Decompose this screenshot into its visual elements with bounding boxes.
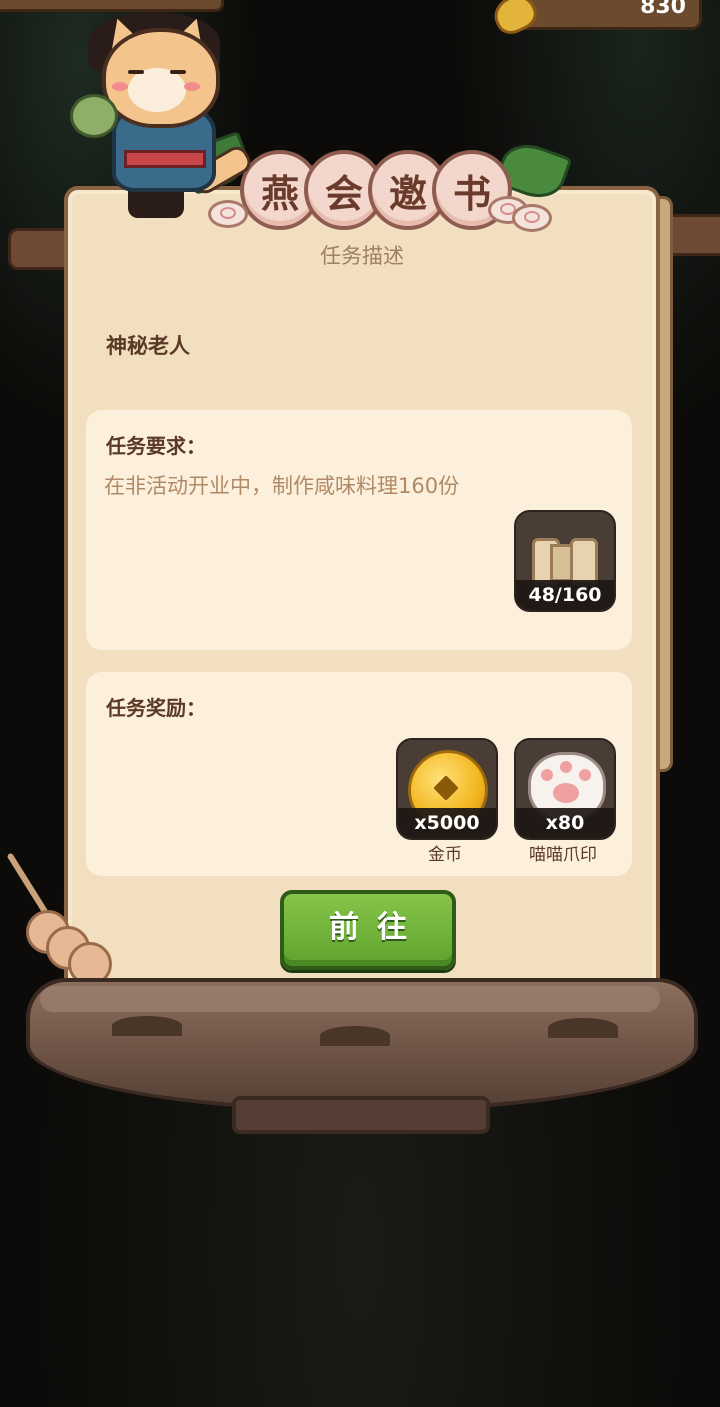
cat-character-portrait: [66, 6, 256, 226]
reward-count: x80: [516, 808, 614, 838]
requirement-heading: 任务要求：: [106, 434, 206, 458]
section-subtitle: 任务描述: [320, 244, 404, 268]
reward-count: x5000: [398, 808, 496, 838]
cat-cheek: [184, 82, 200, 91]
reward-name: 金币: [428, 845, 462, 865]
cat-muzzle: [128, 68, 186, 112]
currency-value: 830: [640, 0, 686, 19]
cat-eye: [170, 70, 186, 74]
fishcake-decoration: [512, 204, 552, 232]
requirement-box: 任务要求： 在非活动开业中，制作咸味料理160份 48/160: [86, 410, 632, 650]
rice-ball-icon: [70, 94, 118, 138]
requirement-progress: 48/160: [516, 580, 614, 610]
bowl-foot: [232, 1096, 490, 1134]
bowl-rim: [40, 986, 660, 1012]
bowl-bump: [112, 1016, 182, 1036]
scroll-icon: [532, 530, 598, 586]
cat-eye: [128, 70, 144, 74]
reward-heading: 任务奖励：: [106, 696, 206, 720]
reward-item-coins[interactable]: x5000: [396, 738, 498, 840]
cat-belt: [124, 150, 206, 168]
reward-item-paw[interactable]: x80: [514, 738, 616, 840]
npc-name: 神秘老人: [106, 334, 190, 358]
reward-box: 任务奖励： x5000 金币 x80 喵喵爪印: [86, 672, 632, 876]
go-button[interactable]: 前往: [280, 890, 456, 970]
cat-cheek: [112, 82, 128, 91]
requirement-text: 在非活动开业中，制作咸味料理160份: [104, 474, 460, 498]
bowl-bump: [320, 1026, 390, 1046]
requirement-item[interactable]: 48/160: [514, 510, 616, 612]
bowl-bump: [548, 1018, 618, 1038]
reward-name: 喵喵爪印: [529, 845, 597, 865]
